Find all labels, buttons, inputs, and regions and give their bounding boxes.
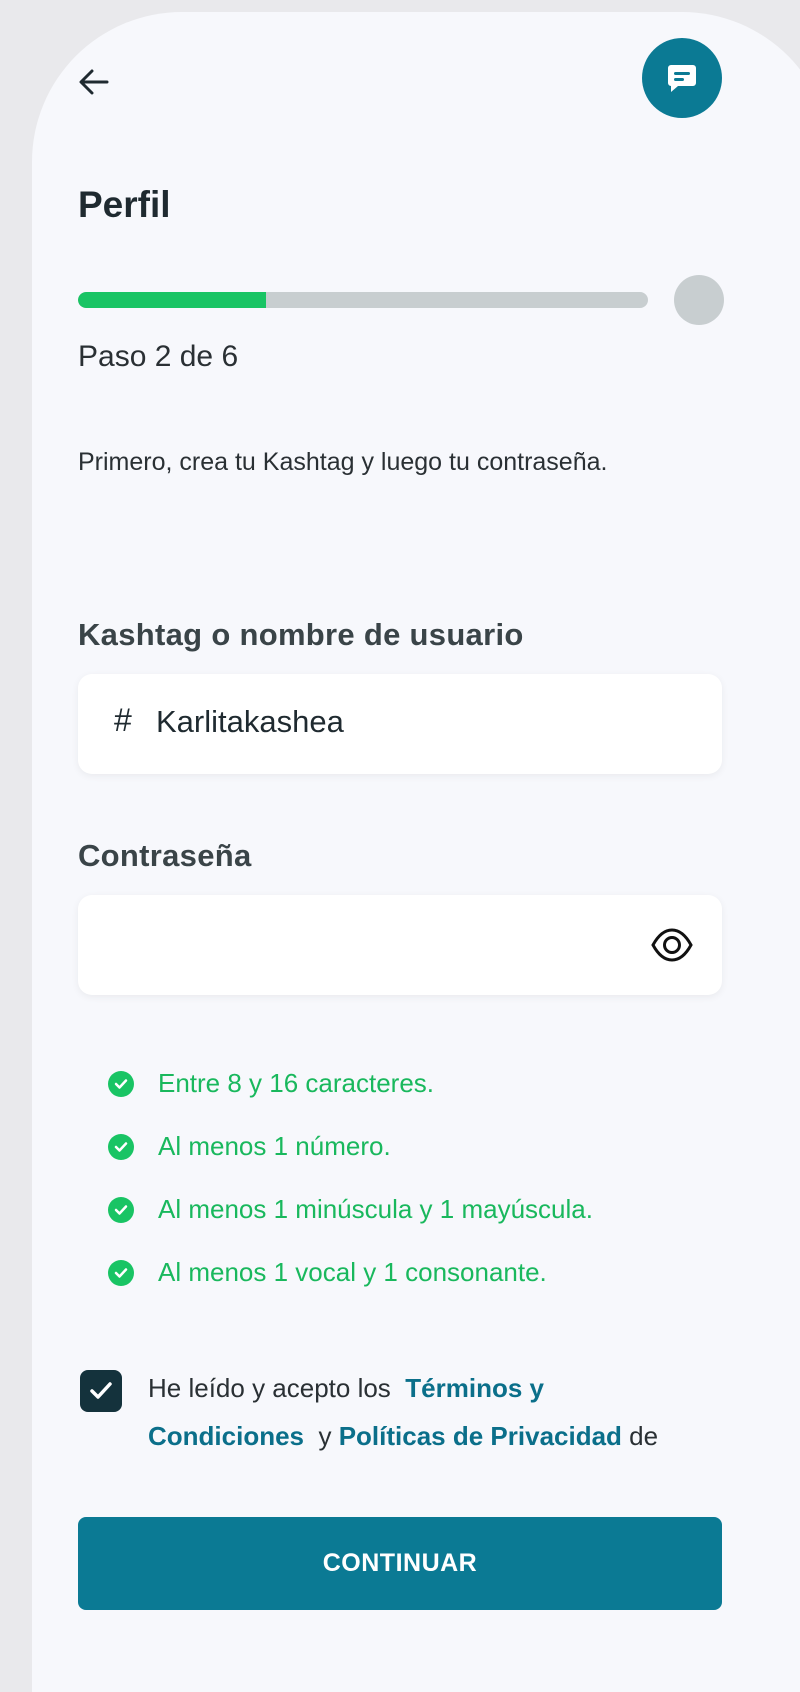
progress-end-indicator (674, 275, 724, 325)
terms-checkbox[interactable] (80, 1370, 122, 1412)
password-rule-item: Al menos 1 número. (108, 1115, 593, 1178)
password-rule-item: Al menos 1 vocal y 1 consonante. (108, 1241, 593, 1304)
check-circle-icon (108, 1259, 134, 1286)
chat-message-icon (668, 65, 696, 92)
progress-bar-fill (78, 292, 267, 308)
password-rule-text: Al menos 1 vocal y 1 consonante. (158, 1257, 547, 1287)
privacy-policy-link[interactable]: Políticas de Privacidad (339, 1421, 622, 1451)
check-circle-icon (108, 1133, 134, 1160)
chat-support-button[interactable] (642, 38, 722, 118)
terms-text-container: He leído y acepto los Términos y Condici… (148, 1364, 708, 1466)
password-rule-item: Al menos 1 minúscula y 1 mayúscula. (108, 1178, 593, 1241)
terms-text-mid: y (318, 1421, 332, 1451)
username-field[interactable]: # Karlitakashea (78, 674, 722, 774)
password-field[interactable] (78, 895, 722, 995)
step-indicator: Paso 2 de 6 (78, 340, 239, 373)
password-rule-text: Al menos 1 número. (158, 1131, 391, 1161)
arrow-left-icon (79, 69, 109, 95)
password-rule-item: Entre 8 y 16 caracteres. (108, 1052, 593, 1115)
continue-button[interactable]: CONTINUAR (78, 1517, 722, 1610)
password-rules-list: Entre 8 y 16 caracteres. Al menos 1 núme… (108, 1052, 593, 1304)
check-circle-icon (108, 1196, 134, 1223)
progress-bar (78, 292, 648, 308)
eye-icon (651, 928, 693, 962)
terms-text-before: He leído y acepto los (148, 1373, 391, 1403)
page-title: Perfil (78, 184, 171, 225)
password-visibility-toggle[interactable] (650, 925, 694, 965)
check-circle-icon (108, 1070, 134, 1097)
back-button[interactable] (74, 62, 114, 102)
intro-text: Primero, crea tu Kashtag y luego tu cont… (78, 448, 608, 476)
username-label: Kashtag o nombre de usuario (78, 617, 524, 652)
app-screen: Perfil Paso 2 de 6 Primero, crea tu Kash… (32, 12, 800, 1692)
hash-prefix: # (114, 702, 132, 738)
password-label: Contraseña (78, 838, 252, 873)
terms-text: He leído y acepto los Términos y Condici… (148, 1364, 708, 1466)
password-rule-text: Entre 8 y 16 caracteres. (158, 1068, 435, 1098)
password-rule-text: Al menos 1 minúscula y 1 mayúscula. (158, 1194, 593, 1224)
username-value: Karlitakashea (156, 704, 344, 739)
register-profile-screen: Perfil Paso 2 de 6 Primero, crea tu Kash… (32, 12, 800, 1692)
checkmark-icon (90, 1382, 112, 1399)
